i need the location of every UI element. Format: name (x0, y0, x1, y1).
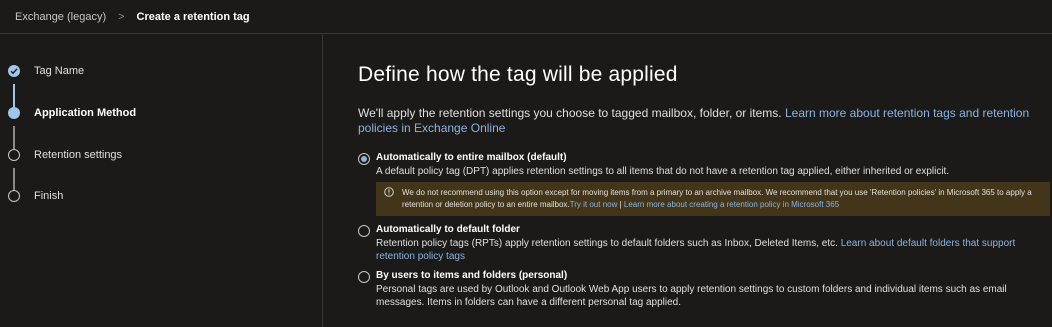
step-tag-name[interactable]: Tag Name (8, 64, 84, 78)
intro-description: We'll apply the retention settings you c… (358, 106, 785, 120)
warning-banner: We do not recommend using this option ex… (376, 182, 1050, 216)
pending-step-icon (8, 190, 20, 202)
step-connector-line (13, 168, 15, 191)
radio-default-folder[interactable] (358, 225, 370, 237)
step-label: Finish (34, 190, 64, 202)
step-connector-line (13, 84, 15, 107)
step-label: Application Method (34, 107, 137, 119)
option-title[interactable]: Automatically to entire mailbox (default… (376, 152, 567, 163)
chevron-right-icon: > (118, 10, 125, 23)
step-connector-line (13, 126, 15, 149)
check-icon (8, 65, 20, 77)
pending-step-icon (8, 149, 20, 161)
page-title: Define how the tag will be applied (358, 63, 678, 86)
step-label: Retention settings (34, 149, 123, 161)
step-finish[interactable]: Finish (8, 189, 63, 203)
option-description: A default policy tag (DPT) applies reten… (376, 166, 950, 177)
radio-personal[interactable] (358, 271, 370, 283)
option-title[interactable]: Automatically to default folder (376, 224, 520, 235)
info-icon (384, 187, 394, 197)
option-description-text: Retention policy tags (RPTs) apply reten… (376, 238, 841, 249)
step-label: Tag Name (34, 65, 85, 77)
wizard-steps: Tag Name Application Method Retention se… (0, 35, 323, 327)
intro-text: We'll apply the retention settings you c… (358, 106, 1048, 136)
step-application-method[interactable]: Application Method (8, 106, 136, 120)
radio-entire-mailbox[interactable] (358, 153, 370, 165)
breadcrumb-parent-link[interactable]: Exchange (legacy) (15, 11, 106, 23)
retention-policy-learn-more-link[interactable]: Learn more about creating a retention po… (624, 200, 839, 209)
try-it-out-link[interactable]: Try it out now (570, 200, 618, 209)
option-description: Retention policy tags (RPTs) apply reten… (376, 237, 1048, 263)
current-step-icon (8, 107, 20, 119)
option-description: Personal tags are used by Outlook and Ou… (376, 284, 1007, 308)
breadcrumb: Exchange (legacy) > Create a retention t… (0, 0, 1052, 34)
breadcrumb-current: Create a retention tag (136, 10, 250, 23)
step-retention-settings[interactable]: Retention settings (8, 148, 122, 162)
option-title[interactable]: By users to items and folders (personal) (376, 270, 567, 281)
